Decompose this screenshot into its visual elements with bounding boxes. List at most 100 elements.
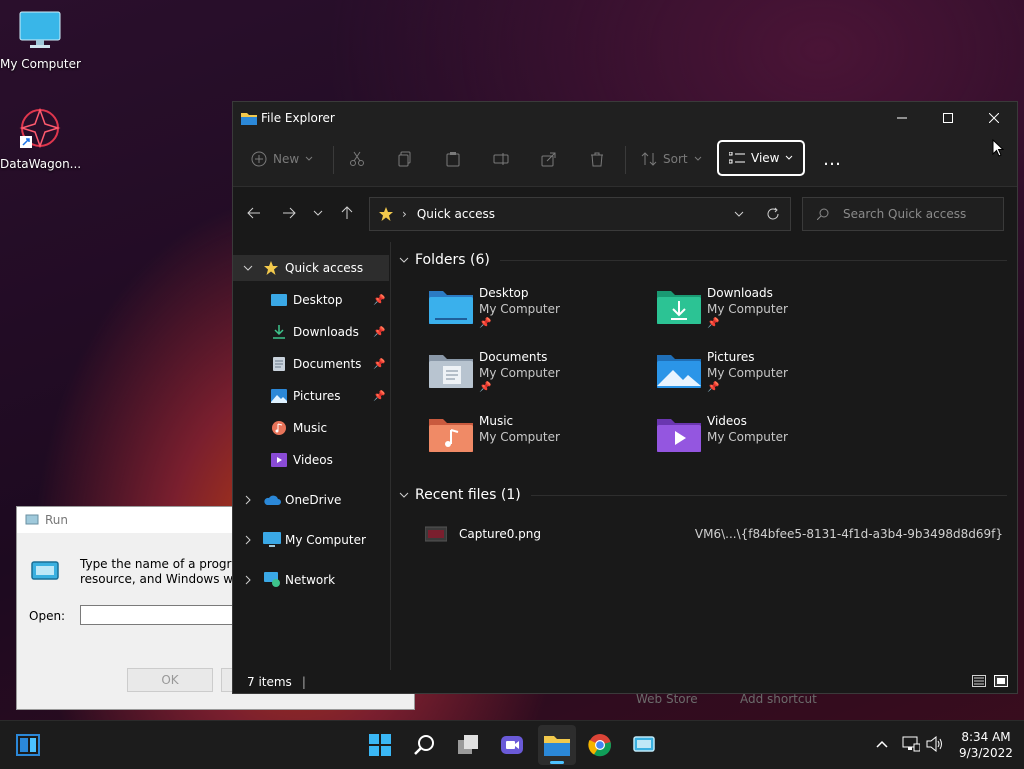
breadcrumb-quick-access[interactable]: Quick access <box>417 207 495 221</box>
nav-item-videos[interactable]: Videos <box>233 447 389 473</box>
mouse-cursor-icon <box>992 139 1004 157</box>
folder-name: Pictures <box>707 350 755 364</box>
nav-item-onedrive[interactable]: OneDrive <box>233 487 389 513</box>
nav-item-network[interactable]: Network <box>233 567 389 593</box>
more-options-button[interactable]: … <box>823 144 841 174</box>
chevron-down-icon[interactable] <box>734 211 744 217</box>
file-explorer-taskbar-button[interactable] <box>538 725 576 765</box>
up-arrow-icon[interactable] <box>341 206 353 220</box>
details-view-icon[interactable] <box>972 675 986 687</box>
explorer-titlebar[interactable]: File Explorer <box>233 102 1017 134</box>
sort-button[interactable]: Sort <box>641 144 702 174</box>
copy-button[interactable] <box>397 144 413 174</box>
show-desktop-button[interactable] <box>12 729 44 761</box>
folder-tile-downloads[interactable]: Downloads My Computer 📌 <box>657 286 877 342</box>
desktop-icon-my-computer[interactable]: My Computer <box>0 10 81 71</box>
pin-icon: 📌 <box>373 358 386 370</box>
paste-button[interactable] <box>445 144 461 174</box>
nav-item-my-computer[interactable]: My Computer <box>233 527 389 553</box>
nav-item-pictures[interactable]: Pictures 📌 <box>233 383 389 409</box>
recent-locations-chevron-icon[interactable] <box>313 210 323 216</box>
monitor-icon <box>19 11 61 48</box>
back-arrow-icon[interactable] <box>247 207 261 219</box>
chevron-down-icon <box>694 156 701 161</box>
section-divider <box>530 494 1007 496</box>
picture-icon <box>271 389 287 403</box>
folder-name: Music <box>479 414 514 428</box>
network-icon <box>264 572 280 587</box>
delete-button[interactable] <box>589 144 605 174</box>
clock[interactable]: 8:34 AM 9/3/2022 <box>956 729 1016 761</box>
folders-section-header[interactable]: Folders (6) <box>399 252 1007 268</box>
nav-item-quick-access[interactable]: Quick access <box>233 255 389 281</box>
recent-file-row[interactable]: Capture0.png VM6\...\{f84bfee5-8131-4f1d… <box>425 524 1007 544</box>
minimize-icon <box>897 117 907 119</box>
section-title: Recent files (1) <box>415 487 521 503</box>
desktop-folder-icon <box>271 294 287 306</box>
nav-item-desktop[interactable]: Desktop 📌 <box>233 287 389 313</box>
nav-item-documents[interactable]: Documents 📌 <box>233 351 389 377</box>
file-explorer-window: File Explorer New Sort View … › Quick ac… <box>232 101 1018 694</box>
pictures-folder-icon <box>657 355 701 388</box>
maximize-button[interactable] <box>925 102 971 134</box>
folder-location: My Computer <box>707 430 788 444</box>
folder-icon <box>544 736 570 756</box>
maximize-icon <box>943 113 953 123</box>
rename-icon <box>493 153 509 165</box>
sort-button-label: Sort <box>663 152 688 166</box>
background-text-web-store: Web Store <box>636 692 698 706</box>
chevron-right-icon <box>245 575 251 585</box>
folder-tile-documents[interactable]: Documents My Computer 📌 <box>429 350 649 406</box>
folder-tile-videos[interactable]: Videos My Computer <box>657 414 877 470</box>
start-button[interactable] <box>364 729 396 761</box>
search-icon <box>414 735 434 755</box>
search-box[interactable]: Search Quick access <box>802 197 1004 231</box>
address-row: › Quick access Search Quick access <box>233 187 1017 241</box>
folder-icon <box>241 113 257 125</box>
task-view-button[interactable] <box>452 729 484 761</box>
chevron-up-icon[interactable] <box>876 740 888 748</box>
nav-item-music[interactable]: Music <box>233 415 389 441</box>
nav-item-label: OneDrive <box>285 493 342 507</box>
address-bar[interactable]: › Quick access <box>369 197 791 231</box>
search-placeholder: Search Quick access <box>843 207 967 221</box>
large-icons-view-icon[interactable] <box>994 675 1008 687</box>
minimize-button[interactable] <box>879 102 925 134</box>
document-icon <box>273 357 285 371</box>
nav-item-downloads[interactable]: Downloads 📌 <box>233 319 389 345</box>
cut-button[interactable] <box>349 144 365 174</box>
star-icon <box>379 207 393 221</box>
status-divider: | <box>301 674 306 689</box>
forward-arrow-icon[interactable] <box>282 207 296 219</box>
folder-tile-desktop[interactable]: Desktop My Computer 📌 <box>429 286 649 342</box>
nav-item-label: Downloads <box>293 325 359 339</box>
rename-button[interactable] <box>493 144 509 174</box>
new-button[interactable]: New <box>251 144 313 174</box>
folder-tile-music[interactable]: Music My Computer <box>429 414 649 470</box>
clipboard-icon <box>446 152 460 167</box>
close-button[interactable] <box>971 102 1017 134</box>
network-status-icon[interactable] <box>902 736 920 752</box>
search-button[interactable] <box>408 729 440 761</box>
nav-item-label: Documents <box>293 357 362 371</box>
desktop-icon-datawagon[interactable]: DataWagon... <box>0 106 82 171</box>
chevron-right-icon <box>245 535 251 545</box>
navigation-pane: Quick access Desktop 📌 Downloads 📌 Docum… <box>233 242 391 670</box>
refresh-icon[interactable] <box>766 207 780 221</box>
folder-location: My Computer <box>479 430 560 444</box>
desktop-icon-label: DataWagon... <box>0 157 82 171</box>
volume-icon[interactable] <box>926 736 944 752</box>
section-divider <box>499 259 1007 261</box>
share-button[interactable] <box>541 144 557 174</box>
chat-button[interactable] <box>496 729 528 761</box>
chrome-button[interactable] <box>584 729 616 761</box>
recent-file-name: Capture0.png <box>459 527 542 541</box>
run-ok-button[interactable]: OK <box>127 668 213 692</box>
pin-icon: 📌 <box>479 382 492 393</box>
run-taskbar-button[interactable] <box>628 729 660 761</box>
folder-tile-pictures[interactable]: Pictures My Computer 📌 <box>657 350 877 406</box>
recent-files-section-header[interactable]: Recent files (1) <box>399 487 1007 503</box>
folder-name: Videos <box>707 414 747 428</box>
run-description-line1: Type the name of a program, <box>80 557 255 571</box>
view-button[interactable]: View <box>717 140 806 176</box>
